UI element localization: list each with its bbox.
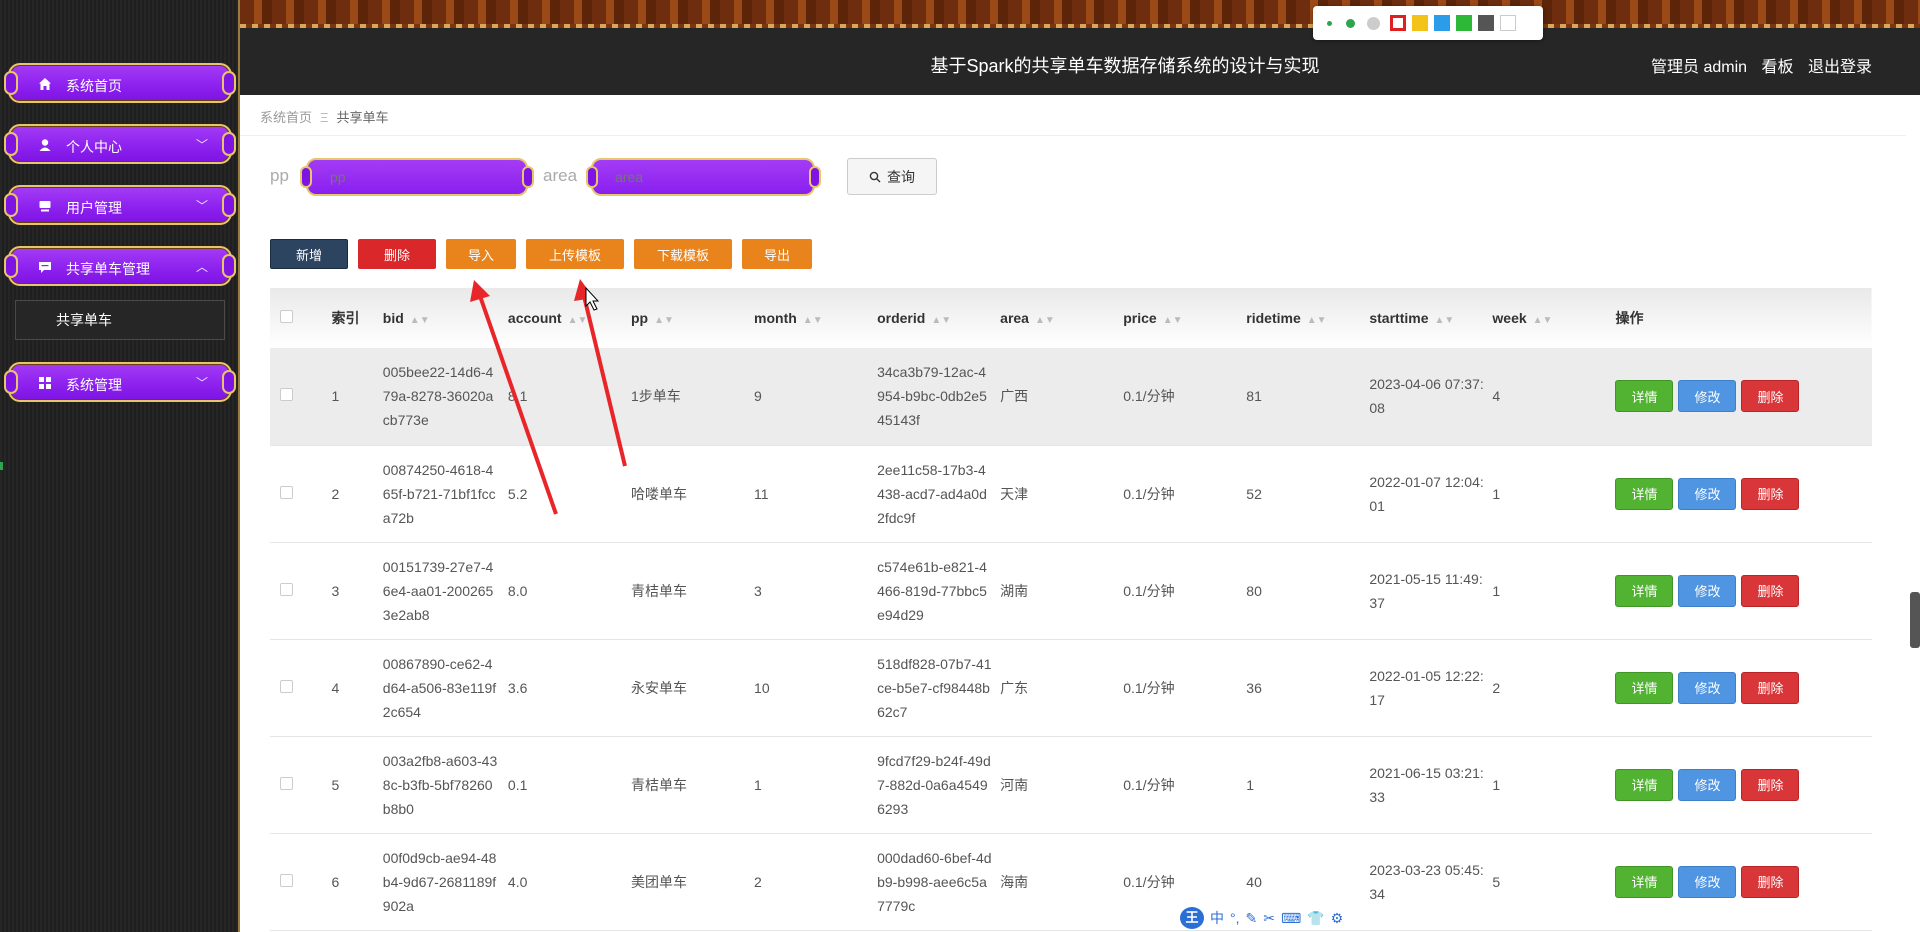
ime-language-toggle[interactable]: 中 xyxy=(1210,908,1224,928)
scissors-icon[interactable]: ✂ xyxy=(1263,910,1275,927)
gear-icon[interactable]: ⚙ xyxy=(1331,910,1344,927)
ime-punctuation-icon[interactable]: °, xyxy=(1230,910,1240,926)
annotation-arrows xyxy=(470,279,627,515)
keyboard-icon[interactable]: ⌨ xyxy=(1281,910,1301,927)
ime-logo[interactable]: 王 xyxy=(1180,907,1204,929)
ime-toolbar: 王 中 °, ✎ ✂ ⌨ 👕 ⚙ xyxy=(1176,907,1348,929)
shirt-icon[interactable]: 👕 xyxy=(1307,910,1324,927)
annotation-arrow xyxy=(470,280,558,515)
scrollbar-thumb[interactable] xyxy=(1910,592,1920,648)
annotation-arrow xyxy=(574,279,627,467)
pen-icon[interactable]: ✎ xyxy=(1246,910,1258,927)
